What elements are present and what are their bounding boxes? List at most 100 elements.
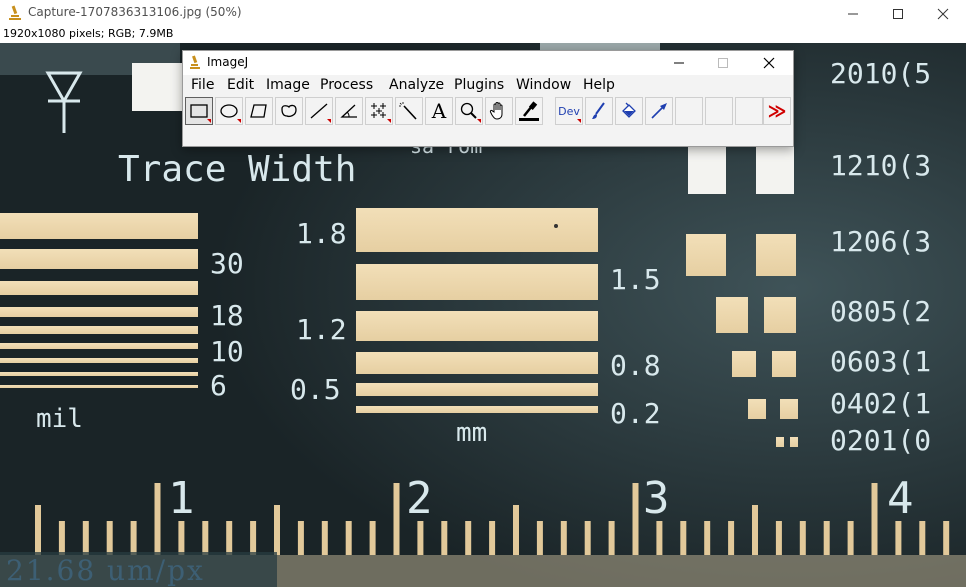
- arrow-tool-icon: [651, 103, 667, 119]
- ruler-label: 1: [168, 473, 195, 524]
- flood-fill-tool-icon: [622, 102, 636, 118]
- imagej-maximize-button: [701, 51, 745, 75]
- polygon-tool[interactable]: [245, 97, 273, 125]
- polygon-tool-icon: [250, 104, 267, 118]
- brush-tool[interactable]: [585, 97, 613, 125]
- wand-tool-icon: [399, 102, 417, 120]
- ruler-tick: [823, 521, 830, 555]
- hand-tool[interactable]: [485, 97, 513, 125]
- minimize-button[interactable]: [830, 0, 876, 27]
- menu-analyze[interactable]: Analyze: [389, 77, 444, 93]
- menu-process[interactable]: Process: [320, 77, 373, 93]
- mil-label: 30: [210, 247, 244, 280]
- mil-label: 10: [210, 335, 244, 368]
- ruler-tick: [656, 521, 663, 555]
- brush-tool-icon: [592, 102, 605, 119]
- flood-fill-tool[interactable]: [615, 97, 643, 125]
- ruler-tick: [513, 505, 519, 555]
- package-label: 2010(5: [830, 57, 931, 90]
- mil-label: 18: [210, 299, 244, 332]
- ruler-tick: [130, 521, 137, 555]
- ruler-tick: [297, 521, 304, 555]
- imagej-toolbar: A Dev ≫: [183, 97, 793, 129]
- ruler-tick: [154, 483, 161, 555]
- mm-label-left: 1.8: [296, 217, 347, 250]
- more-tools-button[interactable]: ≫: [763, 97, 791, 125]
- menu-plugins[interactable]: Plugins: [454, 77, 504, 93]
- menu-help[interactable]: Help: [583, 77, 615, 93]
- window-title-bar: Capture-1707836313106.jpg (50%): [0, 0, 966, 28]
- menu-edit[interactable]: Edit: [227, 77, 254, 93]
- imagej-status-bar: [183, 129, 793, 146]
- hand-tool-icon: [489, 102, 503, 120]
- ruler-tick: [441, 521, 448, 555]
- developer-menu[interactable]: Dev: [555, 97, 583, 125]
- wand-tool[interactable]: [395, 97, 423, 125]
- minimize-icon: [674, 62, 684, 64]
- package-label: 0402(1: [830, 387, 931, 420]
- developer-menu-icon: Dev: [558, 104, 580, 118]
- imagej-close-button[interactable]: [747, 51, 791, 75]
- ruler-tick: [560, 521, 567, 555]
- mm-label-right: 0.8: [610, 349, 661, 382]
- close-icon: [763, 57, 775, 69]
- dropper-tool[interactable]: [515, 97, 543, 125]
- oval-tool[interactable]: [215, 97, 243, 125]
- ruler-tick: [345, 521, 352, 555]
- multipoint-tool[interactable]: [365, 97, 393, 125]
- imagej-minimize-button[interactable]: [657, 51, 701, 75]
- ruler-tick: [321, 521, 328, 555]
- angle-tool[interactable]: [335, 97, 363, 125]
- line-tool-icon: [310, 103, 328, 119]
- empty-tool-slot: [735, 97, 763, 125]
- microscope-icon: [190, 55, 200, 69]
- freehand-tool[interactable]: [275, 97, 303, 125]
- ruler-tick: [369, 521, 376, 555]
- empty-tool-slot: [675, 97, 703, 125]
- imagej-title: ImageJ: [207, 55, 249, 69]
- menu-file[interactable]: File: [191, 77, 214, 93]
- ruler-tick: [202, 521, 209, 555]
- empty-tool-slot: [705, 97, 733, 125]
- menu-window[interactable]: Window: [516, 77, 571, 93]
- maximize-button[interactable]: [875, 0, 921, 27]
- more-tools-icon: ≫: [767, 100, 787, 122]
- ruler-tick: [919, 521, 926, 555]
- line-tool[interactable]: [305, 97, 333, 125]
- mm-label-right: 1.5: [610, 263, 661, 296]
- ruler-label: 3: [643, 473, 670, 524]
- oval-tool-icon: [220, 104, 238, 118]
- ruler-tick: [226, 521, 233, 555]
- dropper-tool-icon: [519, 101, 539, 121]
- ruler-tick: [895, 521, 902, 555]
- magnifier-tool[interactable]: [455, 97, 483, 125]
- package-label: 0201(0: [830, 424, 931, 457]
- mm-unit: mm: [456, 418, 487, 448]
- mil-unit: mil: [36, 404, 83, 434]
- ruler-tick: [608, 521, 615, 555]
- ruler-tick: [35, 505, 41, 555]
- rectangle-tool-icon: [190, 104, 208, 118]
- rectangle-tool[interactable]: [185, 97, 213, 125]
- ruler-tick: [728, 521, 735, 555]
- ruler-tick: [584, 521, 591, 555]
- ruler-tick: [752, 505, 758, 555]
- arrow-tool[interactable]: [645, 97, 673, 125]
- ruler-tick: [536, 521, 543, 555]
- close-icon: [937, 8, 949, 19]
- close-button[interactable]: [920, 0, 966, 27]
- maximize-icon: [893, 8, 903, 19]
- ruler-tick: [465, 521, 472, 555]
- ruler-tick: [943, 521, 950, 555]
- scale-overlay: 21.68 um/px: [0, 552, 277, 587]
- ruler-tick: [847, 521, 854, 555]
- image-info-bar: 1920x1080 pixels; RGB; 7.9MB: [0, 27, 966, 43]
- mil-label: 6: [210, 369, 227, 402]
- text-tool[interactable]: A: [425, 97, 453, 125]
- ruler-tick: [489, 521, 496, 555]
- package-label: 1206(3: [830, 225, 931, 258]
- mm-label-left: 1.2: [296, 313, 347, 346]
- menu-image[interactable]: Image: [266, 77, 310, 93]
- minimize-icon: [848, 13, 858, 14]
- microscope-icon: [9, 5, 21, 20]
